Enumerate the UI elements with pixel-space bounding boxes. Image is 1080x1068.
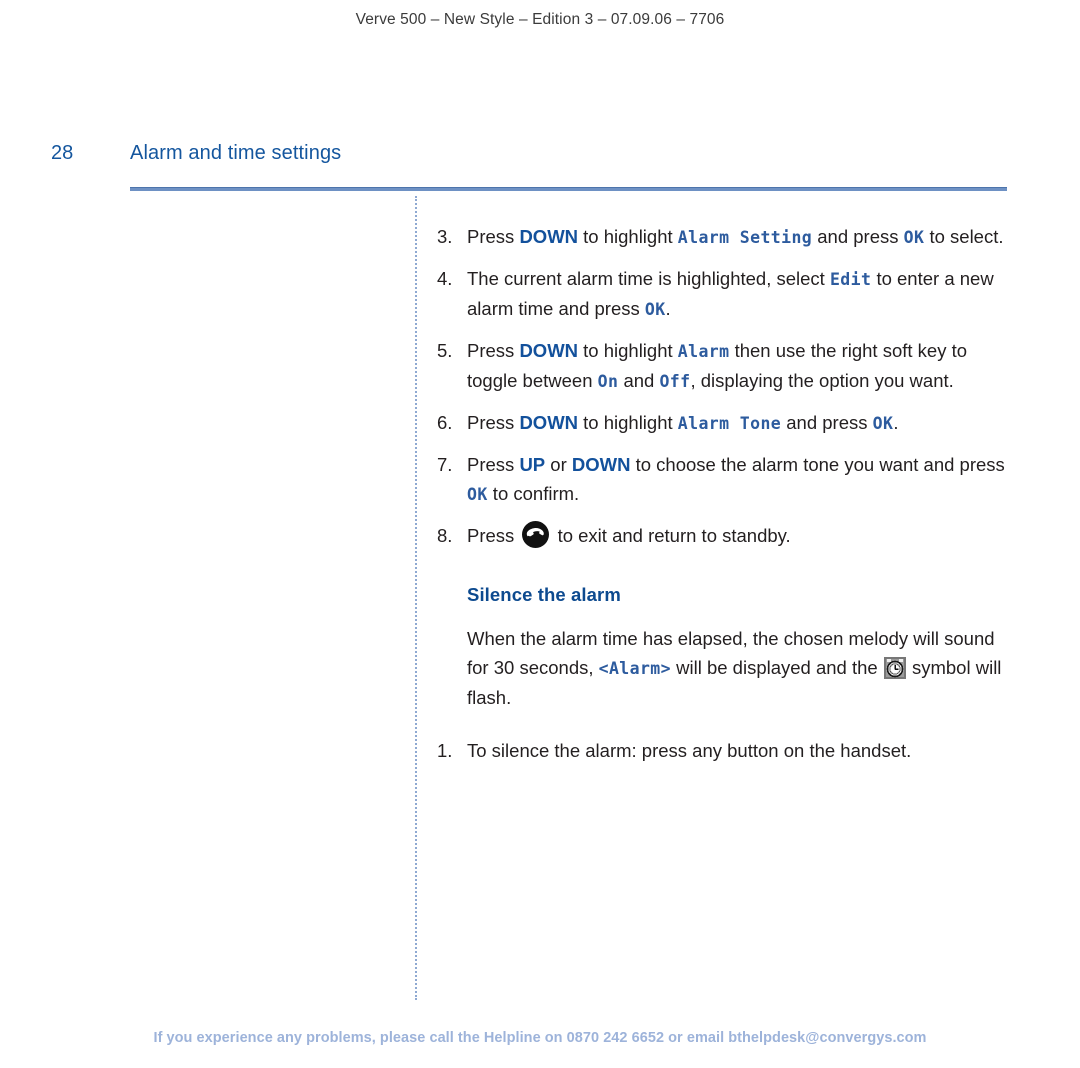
section-heading: Silence the alarm	[467, 584, 621, 605]
end-call-icon	[522, 521, 550, 548]
page-title: Alarm and time settings	[130, 142, 342, 164]
key-label: DOWN	[519, 340, 579, 361]
body-text: Press	[467, 412, 520, 433]
page-number: 28	[51, 142, 74, 164]
body-text: Press	[467, 454, 520, 475]
lcd-screen-text: Edit	[829, 270, 872, 289]
lcd-screen-text: Alarm	[677, 342, 730, 361]
step-number: 3.	[437, 226, 453, 247]
body-text: To silence the alarm: press any button o…	[467, 740, 912, 761]
body-text: to confirm.	[487, 483, 580, 504]
body-text: Press	[467, 340, 520, 361]
body-text: , displaying the option you want.	[690, 370, 954, 391]
step-number: 8.	[437, 525, 453, 546]
lcd-screen-text: <Alarm>	[598, 659, 671, 678]
step-number: 4.	[437, 268, 453, 289]
step-item: 6. Press DOWN to highlight Alarm Tone and…	[437, 408, 1012, 438]
body-text: to highlight	[578, 340, 678, 361]
silence-steps-list: 1. To silence the alarm: press any button…	[437, 736, 1012, 765]
section-paragraph: When the alarm time has elapsed, the cho…	[467, 624, 1007, 712]
lcd-screen-text: Off	[659, 372, 691, 391]
body-text: Press	[467, 226, 520, 247]
body-text: .	[893, 412, 899, 433]
body-text: to choose the alarm tone you want and pr…	[630, 454, 1005, 475]
step-number: 6.	[437, 412, 453, 433]
step-item: 8. Press to exit and return to standby.	[437, 521, 1012, 550]
key-label: UP	[519, 454, 546, 475]
body-text: to exit and return to standby.	[552, 525, 791, 546]
body-text: and press	[812, 226, 904, 247]
body-text: to highlight	[578, 412, 678, 433]
step-number: 1.	[437, 740, 453, 761]
step-text: Press UP or DOWN to choose the alarm ton…	[467, 454, 1005, 504]
step-text: The current alarm time is highlighted, s…	[467, 268, 994, 319]
body-text: .	[665, 298, 671, 319]
lcd-screen-text: On	[597, 372, 619, 391]
page-footer: If you experience any problems, please c…	[153, 1030, 927, 1046]
lcd-screen-text: OK	[467, 485, 488, 504]
body-text: to highlight	[578, 226, 678, 247]
body-text: and	[618, 370, 660, 391]
body-text: to select.	[924, 226, 1004, 247]
lcd-screen-text: Alarm Tone	[677, 414, 782, 433]
lcd-screen-text: OK	[903, 228, 925, 247]
step-item: 7. Press UP or DOWN to choose the alarm t…	[437, 450, 1012, 509]
step-item: 4. The current alarm time is highlighted,…	[437, 264, 1012, 324]
numbered-steps-list: 3. Press DOWN to highlight Alarm Setting …	[437, 222, 1012, 550]
body-text: will be displayed and the	[670, 657, 883, 678]
body-text: or	[545, 454, 572, 475]
step-text: Press DOWN to highlight Alarm then use t…	[467, 340, 967, 391]
step-text: Press DOWN to highlight Alarm Tone and p…	[467, 412, 898, 433]
lcd-screen-text: Alarm Setting	[677, 228, 813, 247]
body-text: Press	[467, 525, 520, 546]
running-header: Verve 500 – New Style – Edition 3 – 07.0…	[355, 11, 725, 28]
step-number: 7.	[437, 454, 453, 475]
page-title-row: 28 Alarm and time settings	[0, 142, 1080, 172]
step-text: Press to exit and return to standby.	[467, 521, 791, 548]
lcd-screen-text: OK	[872, 414, 894, 433]
step-text: To silence the alarm: press any button o…	[467, 740, 911, 761]
manual-page: { "header": { "running_head": "Verve 500…	[0, 0, 1080, 1068]
key-label: DOWN	[519, 412, 579, 433]
vertical-dotted-divider	[415, 196, 417, 1000]
body-text: The current alarm time is highlighted, s…	[467, 268, 830, 289]
key-label: DOWN	[519, 226, 579, 247]
body-text: and press	[781, 412, 873, 433]
alarm-clock-icon	[883, 657, 906, 679]
step-text: Press DOWN to highlight Alarm Setting an…	[467, 226, 1004, 247]
step-item: 5. Press DOWN to highlight Alarm then use…	[437, 336, 1012, 396]
key-label: DOWN	[571, 454, 631, 475]
step-item: 3. Press DOWN to highlight Alarm Setting …	[437, 222, 1012, 252]
content-column: 3. Press DOWN to highlight Alarm Setting …	[437, 222, 1012, 765]
step-number: 5.	[437, 340, 453, 361]
horizontal-rule	[130, 187, 1007, 191]
step-item: 1. To silence the alarm: press any button…	[437, 736, 1012, 765]
lcd-screen-text: OK	[644, 300, 666, 319]
